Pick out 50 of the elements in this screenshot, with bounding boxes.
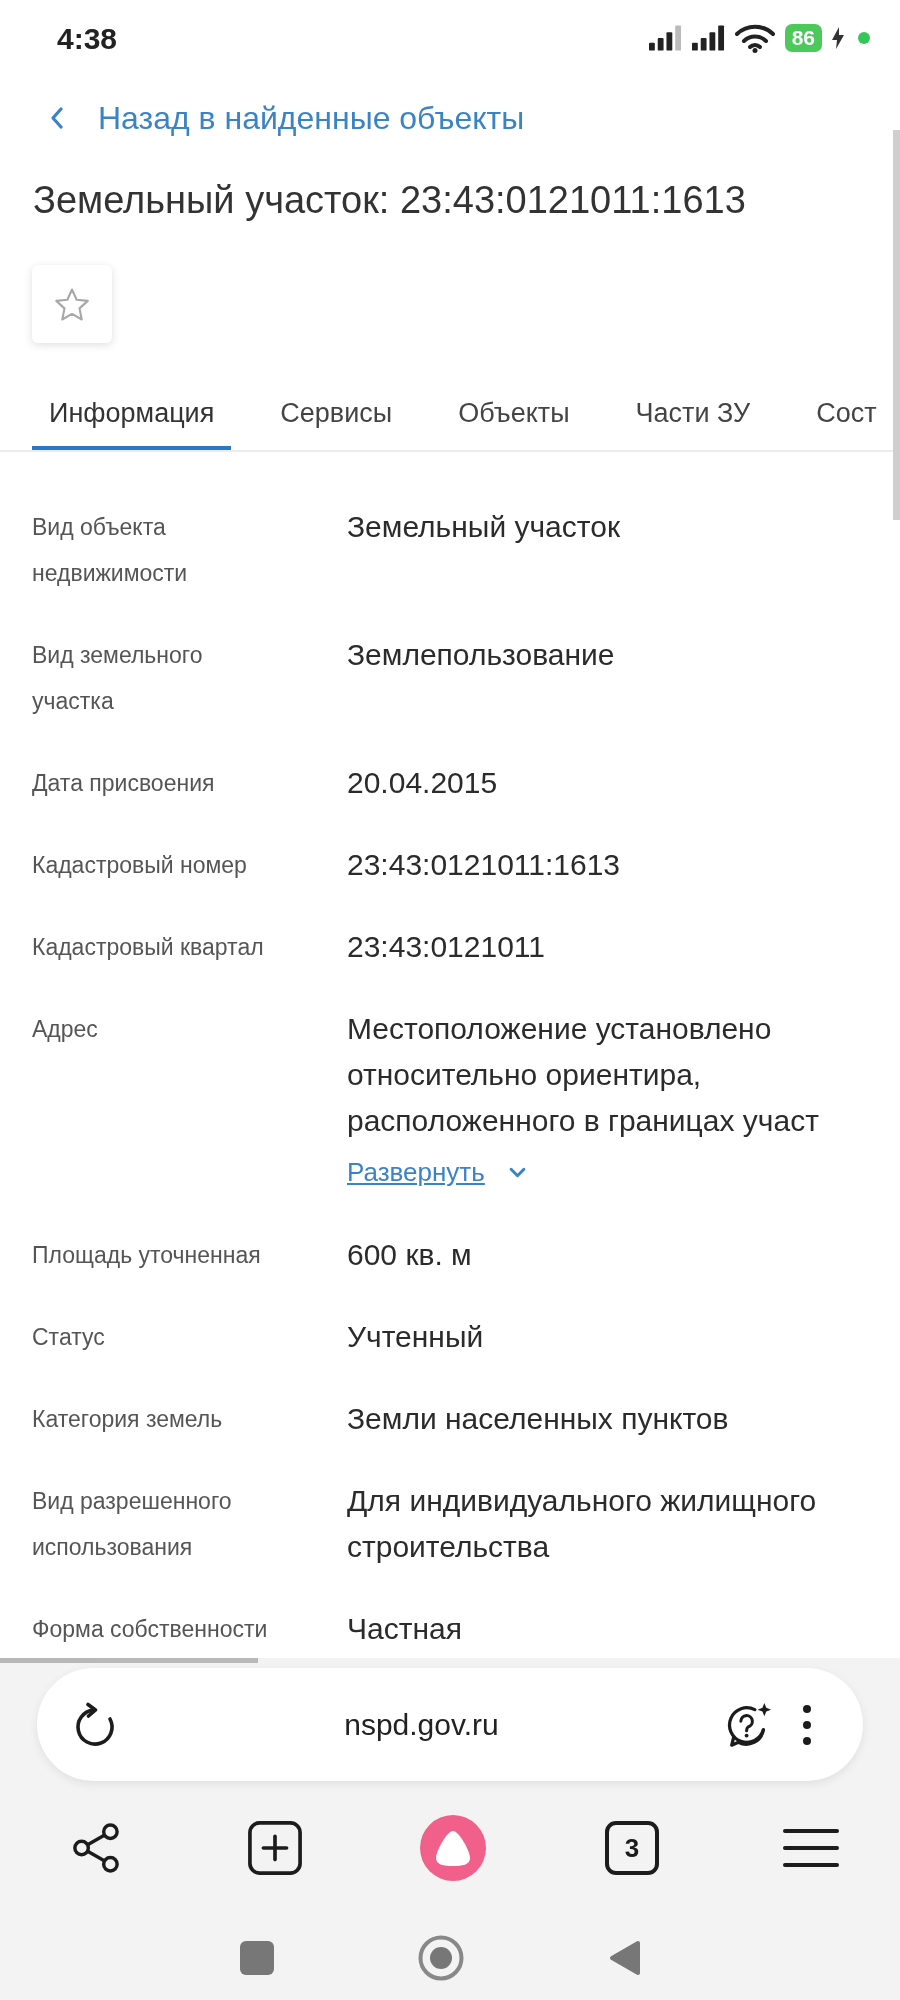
field-value: Местоположение установлено относительно ориентира, расположенного в границах участ [347, 1011, 820, 1139]
field-value: Для индивидуального жилищного строительства [347, 1483, 818, 1565]
circle-icon[interactable] [418, 1935, 464, 1981]
square-icon[interactable] [240, 1941, 274, 1975]
tab[interactable]: Части ЗУ [618, 380, 768, 450]
field-value: 23:43:0121011:1613 [347, 847, 622, 883]
field-label: Кадастровый номер [32, 851, 248, 880]
signal-icon [691, 25, 725, 51]
bolt-icon [832, 27, 844, 49]
tabs-count-button[interactable]: 3 [605, 1821, 660, 1875]
field-value: 20.04.2015 [347, 765, 499, 801]
field-value: Земельный участок [347, 509, 621, 545]
ring-icon[interactable] [420, 1815, 487, 1881]
field-label: Дата присвоения [32, 769, 216, 798]
url-text: nspd.gov.ru [343, 1707, 500, 1743]
field-label: Площадь уточненная [32, 1241, 262, 1270]
field-value: Землепользование [347, 637, 616, 673]
chevron-left-icon [50, 107, 63, 129]
status-time: 4:38 [57, 20, 118, 57]
field-label: Кадастровый квартал [32, 933, 265, 962]
signal-icon [648, 25, 682, 51]
field-label: Статус [32, 1323, 106, 1352]
more-menu-icon[interactable] [803, 1704, 811, 1745]
menu-icon[interactable] [782, 1828, 839, 1868]
plus-square-icon[interactable] [247, 1821, 302, 1875]
chevron-down-icon [508, 1166, 526, 1178]
tab[interactable]: Сост [799, 380, 894, 450]
back-link[interactable]: Назад в найденные объекты [50, 95, 525, 141]
status-dot-icon [858, 32, 870, 44]
page-title: Земельный участок: 23:43:0121011:1613 [33, 178, 747, 223]
field-value: Земли населенных пунктов [347, 1401, 730, 1437]
address-bar[interactable]: nspd.gov.ru [37, 1668, 863, 1781]
tab[interactable]: Сервисы [263, 380, 410, 450]
field-value: Частная [347, 1611, 463, 1647]
battery-indicator: 86 [784, 24, 822, 52]
field-label: Адрес [32, 1015, 99, 1044]
question-bubble-icon[interactable] [725, 1700, 773, 1749]
field-value: 600 кв. м [347, 1237, 473, 1273]
wifi-icon [734, 23, 775, 53]
field-value: 23:43:0121011 [347, 929, 546, 965]
field-label: Форма собственности [32, 1615, 269, 1644]
triangle-icon[interactable] [608, 1940, 642, 1976]
field-label: Категория земель [32, 1405, 224, 1434]
expand-link[interactable]: Развернуть [347, 1148, 526, 1196]
field-label: Вид земельного участка [32, 641, 204, 716]
field-value: Учтенный [347, 1319, 485, 1355]
field-label: Вид разрешенного использования [32, 1487, 233, 1562]
share-icon[interactable] [72, 1823, 121, 1873]
tab[interactable]: Объекты [441, 380, 587, 450]
field-label: Вид объекта недвижимости [32, 513, 189, 588]
